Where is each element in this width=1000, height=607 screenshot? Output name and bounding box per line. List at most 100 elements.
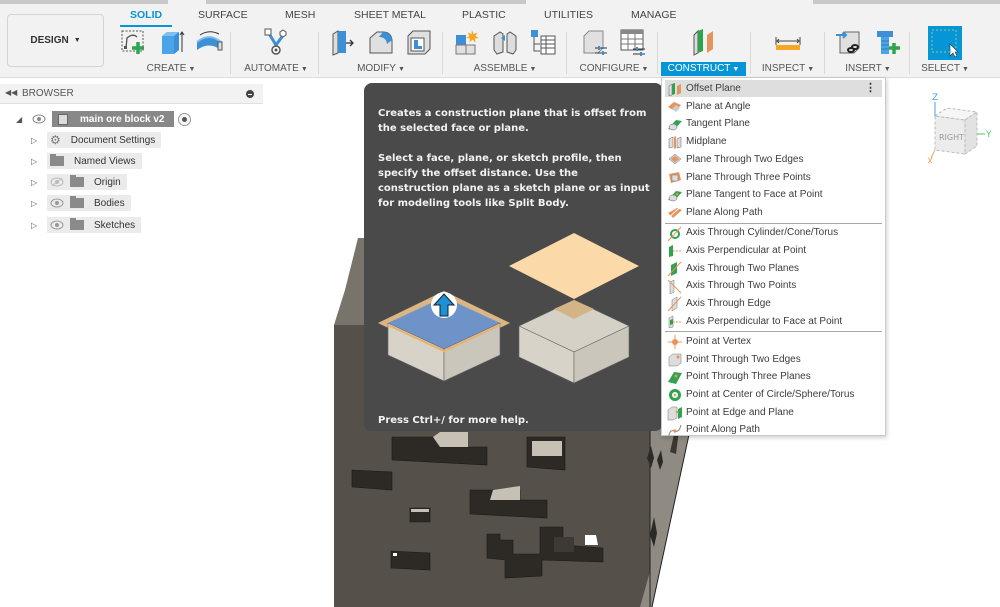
construct-menu-button[interactable]: CONSTRUCT ▼ (661, 62, 746, 76)
browser-root-row: ◢ main ore block v2 (16, 110, 192, 128)
menu-item-axis-through-two-planes[interactable]: Axis Through Two Planes (665, 260, 882, 277)
menu-item-axis-perpendicular-at-point[interactable]: Axis Perpendicular at Point (665, 242, 882, 259)
expanded-triangle-icon[interactable]: ◢ (16, 115, 28, 124)
eye-icon[interactable] (50, 198, 64, 208)
measure-icon[interactable] (773, 26, 803, 58)
press-pull-icon[interactable] (328, 26, 358, 58)
tab-utilities[interactable]: UTILITIES (544, 9, 593, 21)
new-component-icon[interactable] (452, 26, 482, 58)
menu-item-plane-through-two-edges[interactable]: Plane Through Two Edges (665, 151, 882, 168)
revolve-icon[interactable] (194, 26, 224, 58)
axis-two-points-icon (667, 279, 683, 295)
menu-item-plane-along-path[interactable]: Plane Along Path (665, 204, 882, 221)
divider (442, 32, 443, 74)
joint-icon[interactable] (490, 26, 520, 58)
menu-item-midplane[interactable]: Midplane (665, 133, 882, 150)
tab-manage[interactable]: MANAGE (631, 9, 677, 21)
tab-plastic[interactable]: PLASTIC (462, 9, 506, 21)
menu-item-axis-through-edge[interactable]: Axis Through Edge (665, 295, 882, 312)
window-select-icon[interactable] (928, 26, 962, 60)
eye-hidden-icon[interactable] (50, 177, 64, 187)
menu-item-label: Axis Perpendicular to Face at Point (686, 315, 843, 327)
eye-icon[interactable] (50, 220, 64, 230)
shell-icon[interactable] (404, 26, 434, 58)
group-create: CREATE ▼ (112, 24, 230, 78)
fusion-app-window: DESIGN ▼ SOLID SURFACE MESH SHEET METAL … (0, 0, 1000, 607)
create-menu-button[interactable]: CREATE ▼ (112, 62, 230, 76)
automate-menu-button[interactable]: AUTOMATE ▼ (236, 62, 316, 76)
inspect-menu-button[interactable]: INSPECT ▼ (754, 62, 822, 76)
select-menu-button[interactable]: SELECT ▼ (912, 62, 978, 76)
insert-mcmaster-icon[interactable] (872, 26, 902, 58)
expand-triangle-icon[interactable]: ▷ (31, 136, 43, 145)
menu-item-point-at-vertex[interactable]: Point at Vertex (665, 333, 882, 350)
eye-icon[interactable] (32, 114, 46, 124)
menu-item-point-at-edge-and-plane[interactable]: Point at Edge and Plane (665, 404, 882, 421)
extrude-icon[interactable] (156, 26, 186, 58)
menu-item-point-through-three-planes[interactable]: Point Through Three Planes (665, 368, 882, 385)
collapse-panel-icon[interactable]: ◀◀ (5, 88, 17, 97)
group-construct: CONSTRUCT ▼ (661, 24, 746, 78)
viewcube-face-label: RIGHT (939, 133, 964, 142)
menu-item-point-along-path[interactable]: Point Along Path (665, 421, 882, 438)
browser-item-node[interactable]: ⚙ Document Settings (47, 132, 162, 148)
browser-item-node[interactable]: Origin (47, 174, 127, 190)
tab-mesh[interactable]: MESH (285, 9, 315, 21)
configuration-table-icon[interactable] (618, 26, 648, 58)
expand-triangle-icon[interactable]: ▷ (31, 178, 43, 187)
ribbon-tabs: SOLID SURFACE MESH SHEET METAL PLASTIC U… (0, 4, 1000, 27)
activate-component-radio[interactable] (178, 112, 192, 126)
menu-item-point-at-center-of-circle-sphere-torus[interactable]: Point at Center of Circle/Sphere/Torus (665, 386, 882, 403)
tab-sheet-metal[interactable]: SHEET METAL (354, 9, 426, 21)
menu-item-label: Plane Along Path (686, 206, 763, 218)
plane-at-angle-icon (667, 99, 683, 113)
plane-tangent-face-point-icon (667, 188, 683, 202)
component-icon (58, 113, 68, 125)
tooltip-help-hint: Press Ctrl+/ for more help. (378, 415, 529, 426)
browser-item-label: Origin (94, 176, 121, 188)
menu-item-plane-tangent-to-face-at-point[interactable]: Plane Tangent to Face at Point (665, 186, 882, 203)
expand-triangle-icon[interactable]: ▷ (31, 199, 43, 208)
menu-item-axis-through-cylinder-cone-torus[interactable]: Axis Through Cylinder/Cone/Torus (665, 224, 882, 241)
tab-solid[interactable]: SOLID (119, 9, 173, 27)
menu-item-axis-through-two-points[interactable]: Axis Through Two Points (665, 277, 882, 295)
bom-table-icon[interactable] (528, 26, 558, 58)
tab-surface[interactable]: SURFACE (198, 9, 248, 21)
caret-down-icon: ▼ (300, 66, 308, 73)
menu-item-axis-perpendicular-to-face-at-point[interactable]: Axis Perpendicular to Face at Point (665, 313, 882, 330)
modify-menu-button[interactable]: MODIFY ▼ (322, 62, 440, 76)
group-label: AUTOMATE (244, 63, 299, 74)
browser-item-bodies: ▷ Bodies (31, 194, 131, 212)
expand-triangle-icon[interactable]: ▷ (31, 221, 43, 230)
menu-item-plane-at-angle[interactable]: Plane at Angle (665, 98, 882, 115)
menu-item-offset-plane[interactable]: Offset Plane ⋮ (665, 80, 882, 97)
group-label: INSERT (845, 63, 882, 74)
browser-item-node[interactable]: Bodies (47, 195, 131, 211)
tooltip-illustration (378, 233, 639, 384)
configure-model-icon[interactable] (580, 26, 610, 58)
assemble-menu-button[interactable]: ASSEMBLE ▼ (446, 62, 564, 76)
folder-icon (70, 218, 84, 230)
configure-menu-button[interactable]: CONFIGURE ▼ (570, 62, 658, 76)
fillet-icon[interactable] (366, 26, 396, 58)
point-edge-plane-icon (667, 405, 683, 421)
menu-item-point-through-two-edges[interactable]: Point Through Two Edges (665, 351, 882, 368)
minimize-browser-icon[interactable] (246, 90, 254, 98)
expand-triangle-icon[interactable]: ▷ (31, 157, 43, 166)
offset-plane-tooltip: Creates a construction plane that is off… (364, 83, 663, 431)
more-options-icon[interactable]: ⋮ (865, 81, 876, 94)
divider (318, 32, 319, 74)
gear-icon: ⚙ (50, 133, 61, 147)
insert-derive-icon[interactable] (834, 26, 864, 58)
insert-menu-button[interactable]: INSERT ▼ (826, 62, 910, 76)
automate-icon[interactable] (261, 26, 291, 58)
create-sketch-icon[interactable] (118, 26, 148, 58)
browser-item-node[interactable]: Sketches (47, 217, 142, 233)
menu-item-tangent-plane[interactable]: Tangent Plane (665, 115, 882, 132)
offset-plane-icon[interactable] (689, 26, 719, 58)
menu-item-label: Plane Tangent to Face at Point (686, 189, 823, 201)
menu-item-plane-through-three-points[interactable]: Plane Through Three Points (665, 169, 882, 186)
root-component[interactable]: main ore block v2 (52, 111, 175, 127)
browser-item-node[interactable]: Named Views (47, 153, 142, 169)
view-cube[interactable]: RIGHT Z Y X (925, 88, 995, 167)
